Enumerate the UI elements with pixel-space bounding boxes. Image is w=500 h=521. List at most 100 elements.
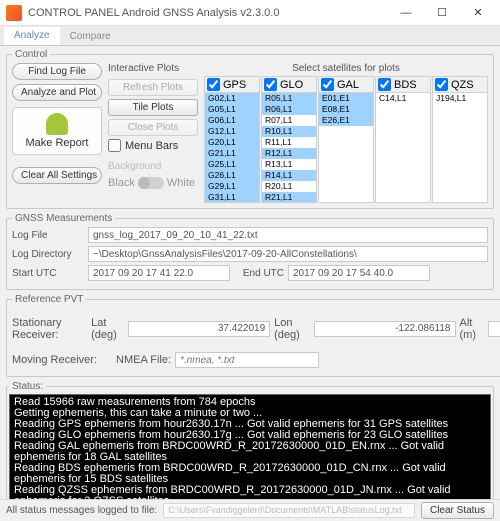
make-report-label: Make Report xyxy=(26,137,89,149)
sat-col-header: GLO xyxy=(280,79,303,91)
stationary-receiver-label: Stationary Receiver: xyxy=(12,317,87,341)
sat-col-header: GPS xyxy=(223,79,246,91)
sat-item[interactable]: G21,L1 xyxy=(205,148,259,159)
sat-item[interactable]: G06,L1 xyxy=(205,115,259,126)
sat-item[interactable]: R07,L1 xyxy=(262,115,316,126)
gnss-measurements-group: GNSS Measurements Log File Log Directory… xyxy=(6,213,494,290)
sat-item[interactable]: G26,L1 xyxy=(205,170,259,181)
window-title: CONTROL PANEL Android GNSS Analysis v2.3… xyxy=(28,7,388,19)
menu-bars-label: Menu Bars xyxy=(125,140,178,152)
sat-item[interactable]: G29,L1 xyxy=(205,181,259,192)
reference-pvt-group: Reference PVT Stationary Receiver: Lat (… xyxy=(6,294,500,377)
clear-status-button[interactable]: Clear Status xyxy=(421,502,494,519)
control-legend: Control xyxy=(12,49,50,60)
titlebar: CONTROL PANEL Android GNSS Analysis v2.3… xyxy=(0,0,500,26)
status-line: Reading GAL ephemeris from BRDC00WRD_R_2… xyxy=(14,441,486,463)
background-label: Background xyxy=(108,161,198,172)
log-dir-input[interactable] xyxy=(88,246,488,262)
end-utc-label: End UTC xyxy=(234,268,284,279)
sat-item[interactable]: R14,L1 xyxy=(262,170,316,181)
log-dir-label: Log Directory xyxy=(12,249,84,260)
sat-item[interactable]: G25,L1 xyxy=(205,159,259,170)
satellite-select-area: Select satellites for plots GPS G02,L1G05… xyxy=(204,63,488,203)
sat-item[interactable]: R06,L1 xyxy=(262,104,316,115)
tab-analyze[interactable]: Analyze xyxy=(4,27,60,45)
sat-col-checkbox-gal[interactable] xyxy=(321,78,334,91)
android-icon xyxy=(46,113,68,135)
start-utc-label: Start UTC xyxy=(12,268,84,279)
status-legend: Status: xyxy=(9,381,46,392)
close-plots-button: Close Plots xyxy=(108,119,198,136)
status-group: Status: Read 15966 raw measurements from… xyxy=(6,381,494,509)
refresh-plots-button: Refresh Plots xyxy=(108,79,198,96)
lon-input[interactable] xyxy=(314,321,456,337)
sat-list-qzs[interactable]: J194,L1 xyxy=(432,93,488,203)
lat-label: Lat (deg) xyxy=(91,317,124,341)
sat-item[interactable]: G05,L1 xyxy=(205,104,259,115)
sat-item[interactable]: E26,E1 xyxy=(319,115,373,126)
footer-label: All status messages logged to file: xyxy=(6,505,157,516)
menu-bars-checkbox[interactable] xyxy=(108,139,121,152)
sat-list-glo[interactable]: R05,L1R06,L1R07,L1R10,L1R11,L1R12,L1R13,… xyxy=(261,93,317,203)
clear-all-settings-button[interactable]: Clear All Settings xyxy=(12,167,102,184)
log-file-input[interactable] xyxy=(88,227,488,243)
sat-item[interactable]: R12,L1 xyxy=(262,148,316,159)
sat-item[interactable]: G31,L1 xyxy=(205,192,259,203)
minimize-button[interactable]: — xyxy=(388,0,424,26)
sat-item[interactable]: R11,L1 xyxy=(262,137,316,148)
sat-item[interactable]: J194,L1 xyxy=(433,93,487,104)
sat-col-checkbox-bds[interactable] xyxy=(378,78,391,91)
find-log-file-button[interactable]: Find Log File xyxy=(12,63,102,80)
gnss-legend: GNSS Measurements xyxy=(12,213,115,224)
sat-item[interactable]: R20,L1 xyxy=(262,181,316,192)
start-utc-input[interactable] xyxy=(88,265,230,281)
close-button[interactable]: ✕ xyxy=(460,0,496,26)
tile-plots-button[interactable]: Tile Plots xyxy=(108,99,198,116)
alt-input[interactable] xyxy=(488,321,500,337)
sat-item[interactable]: R05,L1 xyxy=(262,93,316,104)
sat-item[interactable]: C14,L1 xyxy=(376,93,430,104)
nmea-file-label: NMEA File: xyxy=(116,354,171,366)
sat-item[interactable]: R13,L1 xyxy=(262,159,316,170)
lon-label: Lon (deg) xyxy=(274,317,309,341)
sat-item[interactable]: R10,L1 xyxy=(262,126,316,137)
log-file-label: Log File xyxy=(12,230,84,241)
sat-item[interactable]: G02,L1 xyxy=(205,93,259,104)
end-utc-input[interactable] xyxy=(288,265,430,281)
sat-item[interactable]: G20,L1 xyxy=(205,137,259,148)
maximize-button[interactable]: ☐ xyxy=(424,0,460,26)
satellite-select-label: Select satellites for plots xyxy=(204,63,488,74)
sat-list-gps[interactable]: G02,L1G05,L1G06,L1G12,L1G20,L1G21,L1G25,… xyxy=(204,93,260,203)
sat-item[interactable]: R21,L1 xyxy=(262,192,316,203)
moving-receiver-label: Moving Receiver: xyxy=(12,354,112,366)
bg-black-label: Black xyxy=(108,177,135,189)
bg-white-label: White xyxy=(167,177,195,189)
tab-compare[interactable]: Compare xyxy=(60,28,121,45)
sat-list-bds[interactable]: C14,L1 xyxy=(375,93,431,203)
status-line: Reading BDS ephemeris from BRDC00WRD_R_2… xyxy=(14,463,486,485)
control-group: Control Find Log File Analyze and Plot M… xyxy=(6,49,494,209)
tab-bar: Analyze Compare xyxy=(0,26,500,46)
sat-col-checkbox-qzs[interactable] xyxy=(435,78,448,91)
sat-col-header: QZS xyxy=(451,79,474,91)
analyze-and-plot-button[interactable]: Analyze and Plot xyxy=(12,84,102,101)
make-report-button[interactable]: Make Report xyxy=(12,107,102,155)
sat-col-header: GAL xyxy=(337,79,359,91)
reference-pvt-legend: Reference PVT xyxy=(12,294,86,305)
sat-col-checkbox-gps[interactable] xyxy=(207,78,220,91)
footer-bar: All status messages logged to file: C:\U… xyxy=(0,499,500,521)
lat-input[interactable] xyxy=(128,321,270,337)
sat-list-gal[interactable]: E01,E1E08,E1E26,E1 xyxy=(318,93,374,203)
background-toggle[interactable] xyxy=(138,177,164,189)
sat-item[interactable]: G12,L1 xyxy=(205,126,259,137)
sat-col-checkbox-glo[interactable] xyxy=(264,78,277,91)
status-console: Read 15966 raw measurements from 784 epo… xyxy=(9,394,491,506)
app-logo-icon xyxy=(6,5,22,21)
interactive-plots-label: Interactive Plots xyxy=(108,63,198,74)
sat-col-header: BDS xyxy=(394,79,417,91)
nmea-file-input[interactable] xyxy=(175,352,319,368)
alt-label: Alt (m) xyxy=(460,317,484,341)
footer-log-path: C:\Users\FvandiggelenI\Documents\MATLAB\… xyxy=(163,503,415,518)
sat-item[interactable]: E08,E1 xyxy=(319,104,373,115)
sat-item[interactable]: E01,E1 xyxy=(319,93,373,104)
